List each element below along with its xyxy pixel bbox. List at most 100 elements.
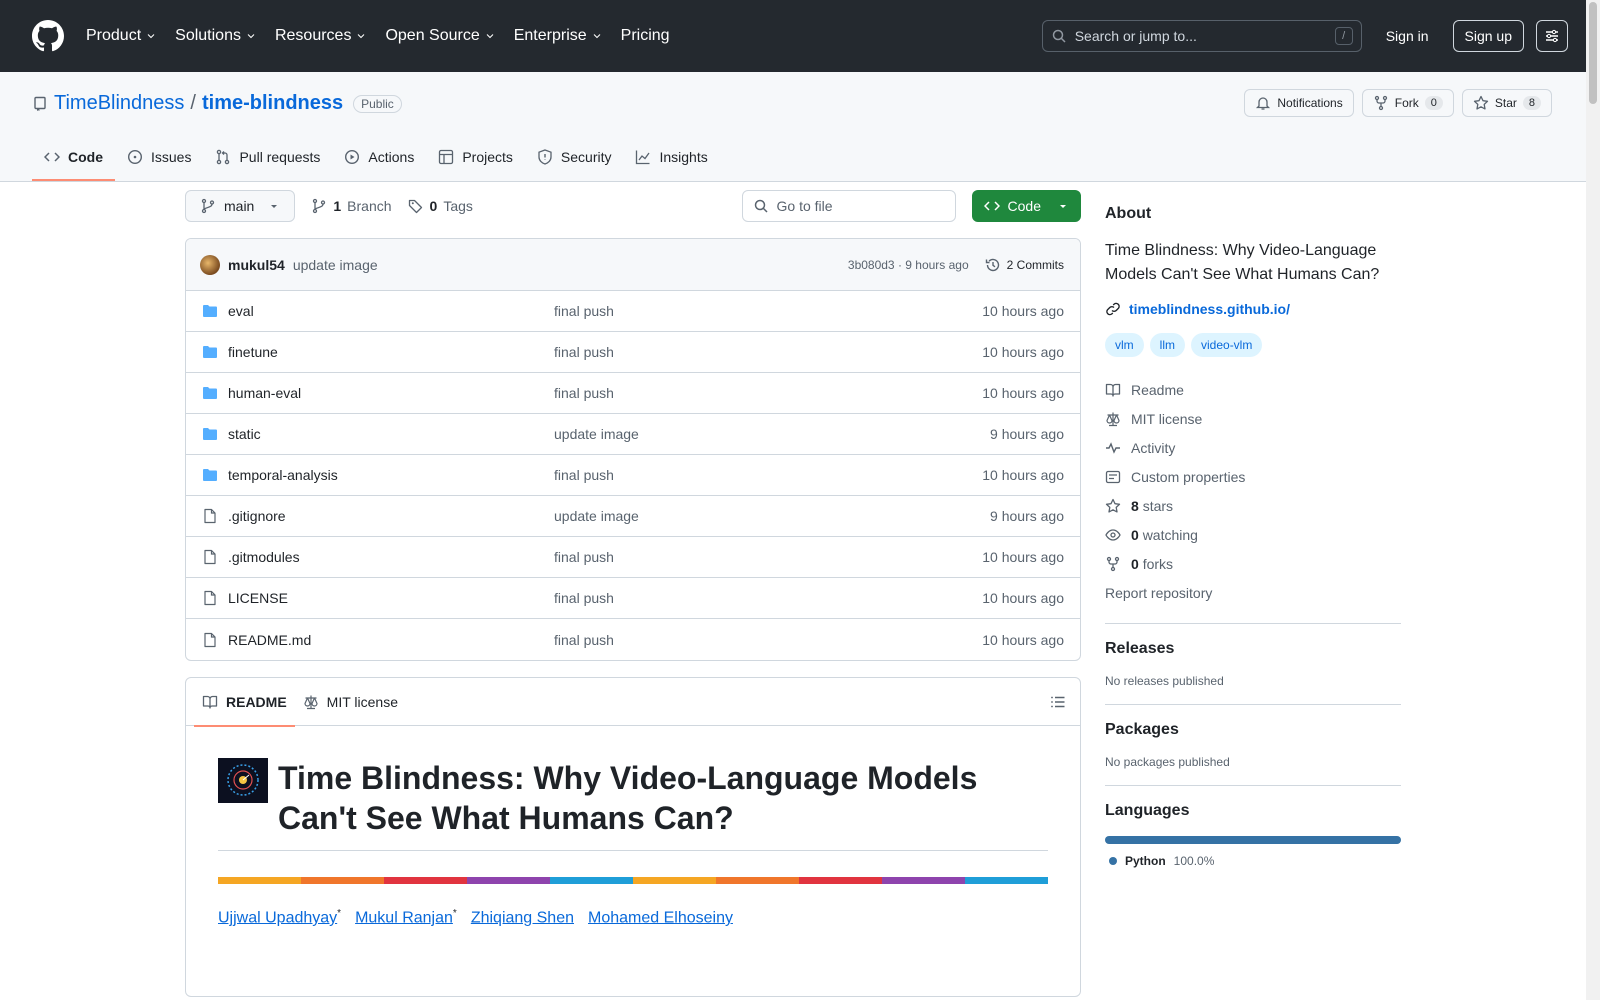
readme-tabs: README MIT license [186, 678, 1080, 727]
file-commit-message[interactable]: final push [554, 590, 614, 606]
file-name-link[interactable]: README.md [228, 632, 554, 648]
file-updated-time: 10 hours ago [982, 344, 1064, 360]
commit-sha-time[interactable]: 3b080d3 · 9 hours ago [848, 258, 969, 272]
directory-row[interactable]: eval final push 10 hours ago [186, 291, 1080, 332]
file-row[interactable]: .gitmodules final push 10 hours ago [186, 537, 1080, 578]
packages-heading[interactable]: Packages [1105, 721, 1401, 739]
tab-label: Pull requests [239, 149, 321, 165]
chevron-down-icon [486, 34, 494, 39]
nav-solutions[interactable]: Solutions [175, 27, 257, 45]
git-branch-icon [313, 198, 326, 214]
activity-link[interactable]: Activity [1105, 433, 1401, 462]
file-name-link[interactable]: human-eval [228, 385, 554, 401]
global-search-input[interactable]: Search or jump to... / [1041, 20, 1362, 52]
file-commit-message[interactable]: final push [554, 549, 614, 565]
language-item[interactable]: Python 100.0% [1105, 854, 1401, 868]
file-commit-message[interactable]: final push [554, 632, 614, 648]
code-icon [983, 201, 1000, 211]
tab-pull-requests[interactable]: Pull requests [203, 133, 332, 181]
github-logo-icon[interactable] [32, 20, 64, 52]
outline-button[interactable] [1050, 694, 1066, 710]
tags-link[interactable]: 0 Tags [408, 198, 473, 214]
go-to-file-input[interactable]: Go to file [741, 190, 956, 222]
file-commit-message[interactable]: update image [554, 508, 639, 524]
nav-enterprise[interactable]: Enterprise [514, 27, 603, 45]
repo-name-link[interactable]: time-blindness [202, 92, 343, 115]
fork-button[interactable]: Fork 0 [1361, 89, 1454, 117]
star-label: Star [1494, 96, 1517, 110]
watching-link[interactable]: 0 watching [1105, 520, 1401, 549]
homepage-link[interactable]: timeblindness.github.io/ [1105, 301, 1401, 317]
readme-link[interactable]: Readme [1105, 375, 1401, 404]
releases-heading[interactable]: Releases [1105, 640, 1401, 658]
directory-row[interactable]: human-eval final push 10 hours ago [186, 373, 1080, 414]
file-name-link[interactable]: finetune [228, 344, 554, 360]
file-commit-message[interactable]: update image [554, 426, 639, 442]
file-commit-message[interactable]: final push [554, 467, 614, 483]
file-icon [204, 549, 216, 565]
sign-up-button[interactable]: Sign up [1452, 20, 1524, 52]
tab-issues[interactable]: Issues [115, 133, 203, 181]
commit-author[interactable]: mukul54 [228, 257, 285, 273]
tab-security[interactable]: Security [525, 133, 624, 181]
notifications-button[interactable]: Notifications [1244, 89, 1354, 117]
commits-link[interactable]: 2 Commits [985, 257, 1064, 273]
topic-tag[interactable]: vlm [1105, 333, 1144, 357]
nav-pricing[interactable]: Pricing [621, 27, 670, 45]
page-scrollbar[interactable] [1586, 0, 1600, 1000]
license-link[interactable]: MIT license [1105, 404, 1401, 433]
nav-resources[interactable]: Resources [275, 27, 367, 45]
directory-row[interactable]: static update image 9 hours ago [186, 414, 1080, 455]
tab-actions[interactable]: Actions [332, 133, 426, 181]
directory-row[interactable]: temporal-analysis final push 10 hours ago [186, 455, 1080, 496]
stars-link[interactable]: 8 stars [1105, 491, 1401, 520]
tab-license[interactable]: MIT license [295, 678, 406, 726]
branch-selector[interactable]: main [185, 190, 296, 222]
tab-insights[interactable]: Insights [623, 133, 719, 181]
file-name-link[interactable]: static [228, 426, 554, 442]
directory-row[interactable]: finetune final push 10 hours ago [186, 332, 1080, 373]
file-name-link[interactable]: temporal-analysis [228, 467, 554, 483]
file-name-link[interactable]: eval [228, 303, 554, 319]
commit-message[interactable]: update image [293, 257, 378, 273]
pulse-icon [1106, 441, 1120, 454]
list-unordered-icon [1051, 696, 1065, 707]
tab-code[interactable]: Code [32, 133, 115, 181]
settings-menu-button[interactable] [1536, 20, 1568, 52]
file-row[interactable]: README.md final push 10 hours ago [186, 619, 1080, 660]
nav-product[interactable]: Product [86, 27, 157, 45]
author-link[interactable]: Mohamed Elhoseiny [588, 909, 733, 926]
author-mark: * [337, 908, 342, 919]
avatar[interactable] [200, 254, 220, 275]
repo-owner-link[interactable]: TimeBlindness [54, 92, 184, 115]
repo-header: TimeBlindness / time-blindness Public No… [0, 72, 1600, 182]
file-row[interactable]: .gitignore update image 9 hours ago [186, 496, 1080, 537]
tag-icon [408, 199, 422, 214]
report-repository-link[interactable]: Report repository [1105, 578, 1401, 607]
file-name-link[interactable]: .gitignore [228, 508, 554, 524]
branches-link[interactable]: 1 Branch [311, 198, 392, 214]
topic-tag[interactable]: video-vlm [1191, 333, 1263, 357]
star-button[interactable]: Star 8 [1461, 89, 1552, 117]
sign-in-link[interactable]: Sign in [1386, 28, 1429, 44]
file-commit-message[interactable]: final push [554, 303, 614, 319]
author-link[interactable]: Zhiqiang Shen [471, 909, 574, 926]
activity-label: Activity [1131, 439, 1176, 456]
forks-link[interactable]: 0 forks [1105, 549, 1401, 578]
file-name-link[interactable]: LICENSE [228, 590, 554, 606]
file-row[interactable]: LICENSE final push 10 hours ago [186, 578, 1080, 619]
tab-readme[interactable]: README [194, 678, 295, 727]
topic-tag[interactable]: llm [1149, 333, 1185, 357]
file-commit-message[interactable]: final push [554, 385, 614, 401]
code-button[interactable]: Code [971, 190, 1081, 222]
folder-icon [203, 305, 217, 317]
nav-open-source[interactable]: Open Source [385, 27, 495, 45]
nav-label: Product [86, 27, 142, 44]
author-link[interactable]: Mukul Ranjan [355, 909, 453, 926]
author-link[interactable]: Ujjwal Upadhyay [218, 909, 337, 926]
scrollbar-thumb[interactable] [1589, 2, 1597, 104]
custom-properties-link[interactable]: Custom properties [1105, 462, 1401, 491]
tab-projects[interactable]: Projects [426, 133, 525, 181]
file-commit-message[interactable]: final push [554, 344, 614, 360]
file-name-link[interactable]: .gitmodules [228, 549, 554, 565]
